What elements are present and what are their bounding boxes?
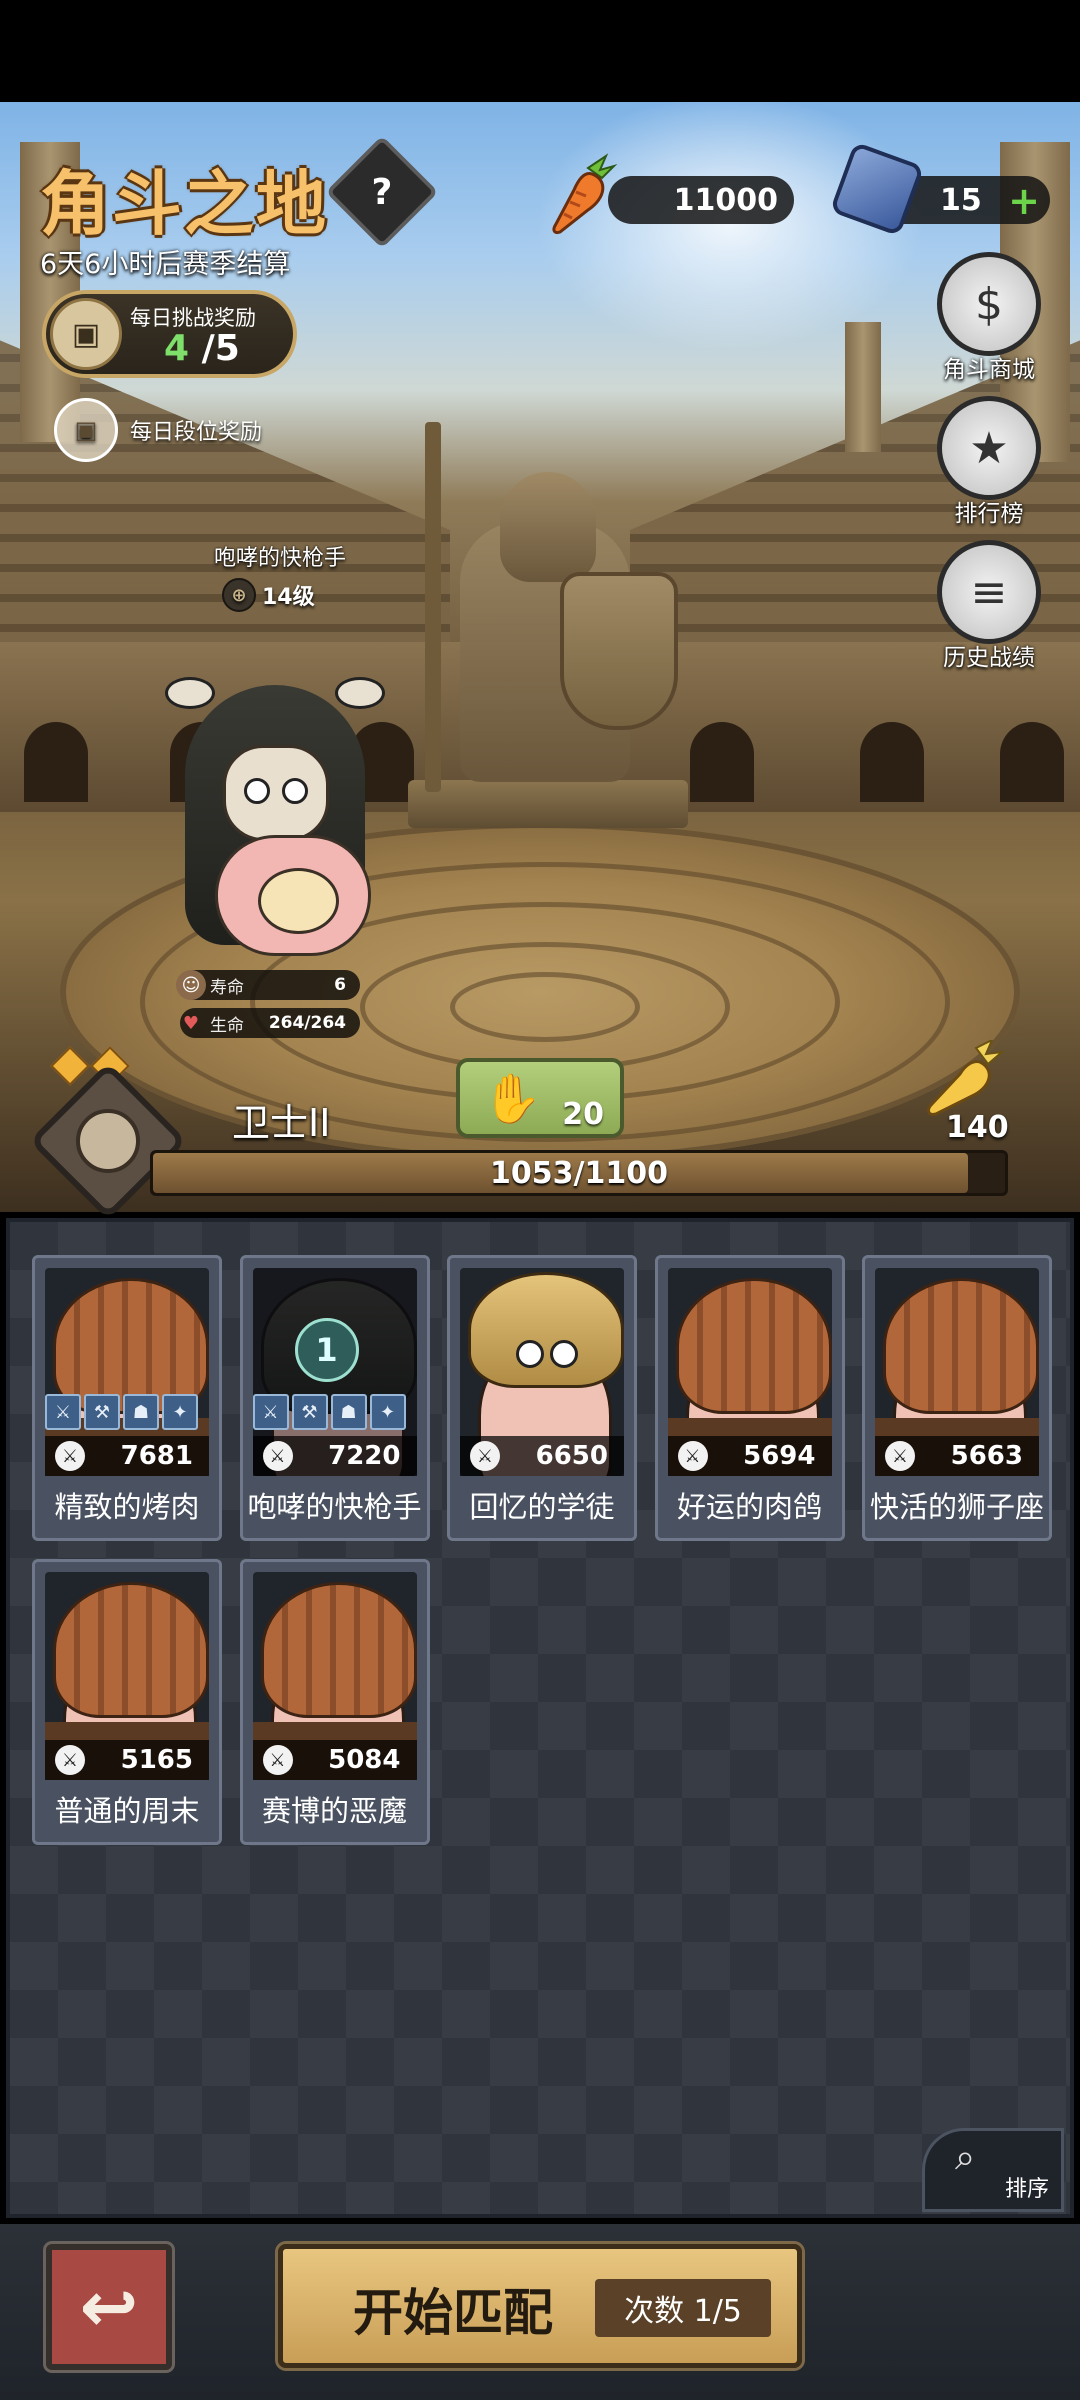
arena-shop-button[interactable]: $ 角斗商城	[934, 252, 1044, 384]
back-arrow-icon: ↩	[79, 2266, 139, 2348]
opponent-card[interactable]: ⚔ 5663 快活的狮子座	[862, 1255, 1052, 1541]
status-bar	[0, 0, 1080, 102]
daily-rank-reward-button[interactable]: ▣ 每日段位奖励	[54, 398, 262, 462]
golden-carrot-icon	[927, 1037, 1006, 1116]
chest-icon: ▣	[50, 298, 122, 370]
opponent-power: ⚔ 5694	[667, 1436, 832, 1476]
gem-amount: 15	[940, 183, 982, 218]
claw-icon: ✋	[482, 1071, 542, 1127]
opponent-name: 咆哮的快枪手	[247, 1490, 422, 1524]
opponent-power: ⚔ 6650	[460, 1436, 624, 1476]
add-gem-button[interactable]: +	[1008, 179, 1040, 223]
opponent-card[interactable]: ⚔ 5165 普通的周末	[32, 1559, 222, 1845]
money-bag-icon: $	[937, 252, 1041, 356]
hp-stat: ♥ 生命 264/264	[180, 1008, 360, 1038]
sword-icon: ⚔	[55, 1745, 85, 1775]
opponent-name: 精致的烤肉	[54, 1490, 200, 1524]
carrot-icon	[552, 153, 618, 234]
hero-level: ⊕ 14级	[222, 578, 315, 612]
opponent-power: ⚔ 5084	[252, 1740, 417, 1780]
sword-icon: ⚔	[470, 1441, 500, 1471]
heart-icon: ♥	[182, 1012, 200, 1034]
equipment-row: ⚔ ⚒ ☗ ✦	[45, 1394, 198, 1430]
rank-name: 卫士II	[232, 1101, 331, 1145]
rank-progress-bar: 1053/1100	[150, 1150, 1008, 1196]
opponent-card[interactable]: ⚔ ⚒ ☗ ✦ ⚔ 7681 精致的烤肉	[32, 1255, 222, 1541]
daily-challenge-reward-button[interactable]: ▣ 每日挑战奖励 4 /5	[42, 290, 297, 378]
chest-icon: ▣	[54, 398, 118, 462]
opponent-name: 普通的周末	[54, 1794, 200, 1828]
carrot-amount: 11000	[673, 183, 778, 218]
opponent-power: ⚔ 7220	[252, 1436, 417, 1476]
opponent-card[interactable]: ⚔ 5084 赛博的恶魔	[239, 1559, 430, 1845]
opponent-power: ⚔ 7681	[45, 1436, 209, 1476]
crosshair-icon: ⊕	[222, 578, 256, 612]
back-button[interactable]: ↩	[46, 2244, 172, 2370]
trophy-icon: ★	[937, 396, 1041, 500]
opponent-power: ⚔ 5663	[875, 1436, 1039, 1476]
carrot-reward: 140	[918, 1037, 1009, 1145]
daily-challenge-count: 4 /5	[164, 328, 240, 369]
opponent-card[interactable]: ⚔ 6650 回忆的学徒	[447, 1255, 637, 1541]
opponent-name: 快活的狮子座	[869, 1490, 1044, 1524]
match-count: 次数 1/5	[595, 2279, 771, 2337]
sword-icon: ⚔	[885, 1441, 915, 1471]
search-list-icon: ⌕	[955, 2137, 976, 2178]
leaderboard-button[interactable]: ★ 排行榜	[934, 396, 1044, 528]
statue	[408, 780, 688, 828]
rank-power-badge: ✋ 20	[456, 1058, 624, 1138]
sword-icon: ⚔	[262, 1441, 293, 1471]
scroll-icon: ≡	[937, 540, 1041, 644]
opponent-name: 好运的肉鸽	[676, 1490, 822, 1524]
sort-button[interactable]: ⌕ 排序	[922, 2128, 1064, 2212]
carrot-currency: 11000	[608, 176, 794, 224]
start-match-button[interactable]: 开始匹配 次数 1/5	[278, 2244, 802, 2368]
rank-number-badge: 1	[294, 1318, 359, 1382]
hero-character[interactable]	[165, 677, 385, 956]
sword-icon: ⚔	[262, 1745, 293, 1775]
battle-history-button[interactable]: ≡ 历史战绩	[934, 540, 1044, 672]
equipment-row: ⚔ ⚒ ☗ ✦	[252, 1394, 406, 1430]
opponent-name: 回忆的学徒	[469, 1490, 615, 1524]
lifespan-stat: ☺ 寿命 6	[176, 970, 360, 1000]
page-title: 角斗之地	[40, 163, 328, 245]
season-countdown: 6天6小时后赛季结算	[40, 249, 291, 280]
opponent-card[interactable]: ⚔ 5694 好运的肉鸽	[654, 1255, 845, 1541]
sword-icon: ⚔	[55, 1441, 85, 1471]
hero-face-icon: ☺	[176, 970, 206, 1000]
opponent-power: ⚔ 5165	[45, 1740, 209, 1780]
question-icon: ?	[371, 171, 393, 213]
opponent-name: 赛博的恶魔	[261, 1794, 407, 1828]
opponent-card[interactable]: 1 ⚔ ⚒ ☗ ✦ ⚔ 7220 咆哮的快枪手	[239, 1255, 430, 1541]
daily-rank-label: 每日段位奖励	[130, 420, 263, 445]
hero-name: 咆哮的快枪手	[213, 546, 346, 571]
sword-icon: ⚔	[677, 1441, 708, 1471]
